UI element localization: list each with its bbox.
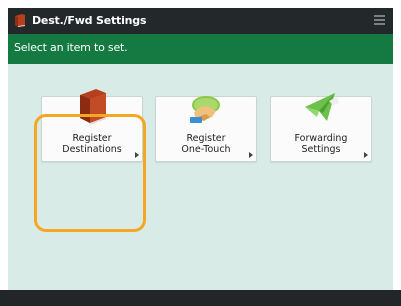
content-bottom — [8, 264, 393, 290]
tile-label: Register Destinations — [62, 133, 122, 155]
forwarding-plane-icon — [305, 93, 339, 121]
menu-icon[interactable] — [374, 15, 385, 26]
address-book-icon — [15, 14, 25, 27]
forwarding-settings-button[interactable]: Forwarding Settings — [270, 93, 372, 162]
device-panel: Dest./Fwd Settings Select an item to set… — [0, 0, 401, 306]
address-book-icon — [80, 89, 106, 125]
screen: Dest./Fwd Settings Select an item to set… — [8, 8, 393, 290]
device-footer — [0, 290, 401, 306]
tile-label: Forwarding Settings — [294, 133, 348, 155]
title-bar: Dest./Fwd Settings — [8, 8, 393, 34]
register-destinations-button[interactable]: Register Destinations — [41, 89, 143, 162]
chevron-right-icon — [364, 152, 368, 158]
chevron-right-icon — [249, 152, 253, 158]
tile-label: Register One-Touch — [181, 133, 231, 155]
chevron-right-icon — [135, 152, 139, 158]
instruction-text: Select an item to set. — [14, 41, 128, 54]
instruction-bar: Select an item to set. — [8, 34, 393, 64]
window-title: Dest./Fwd Settings — [32, 14, 147, 27]
one-touch-hand-icon — [190, 96, 220, 123]
register-one-touch-button[interactable]: Register One-Touch — [155, 96, 257, 162]
